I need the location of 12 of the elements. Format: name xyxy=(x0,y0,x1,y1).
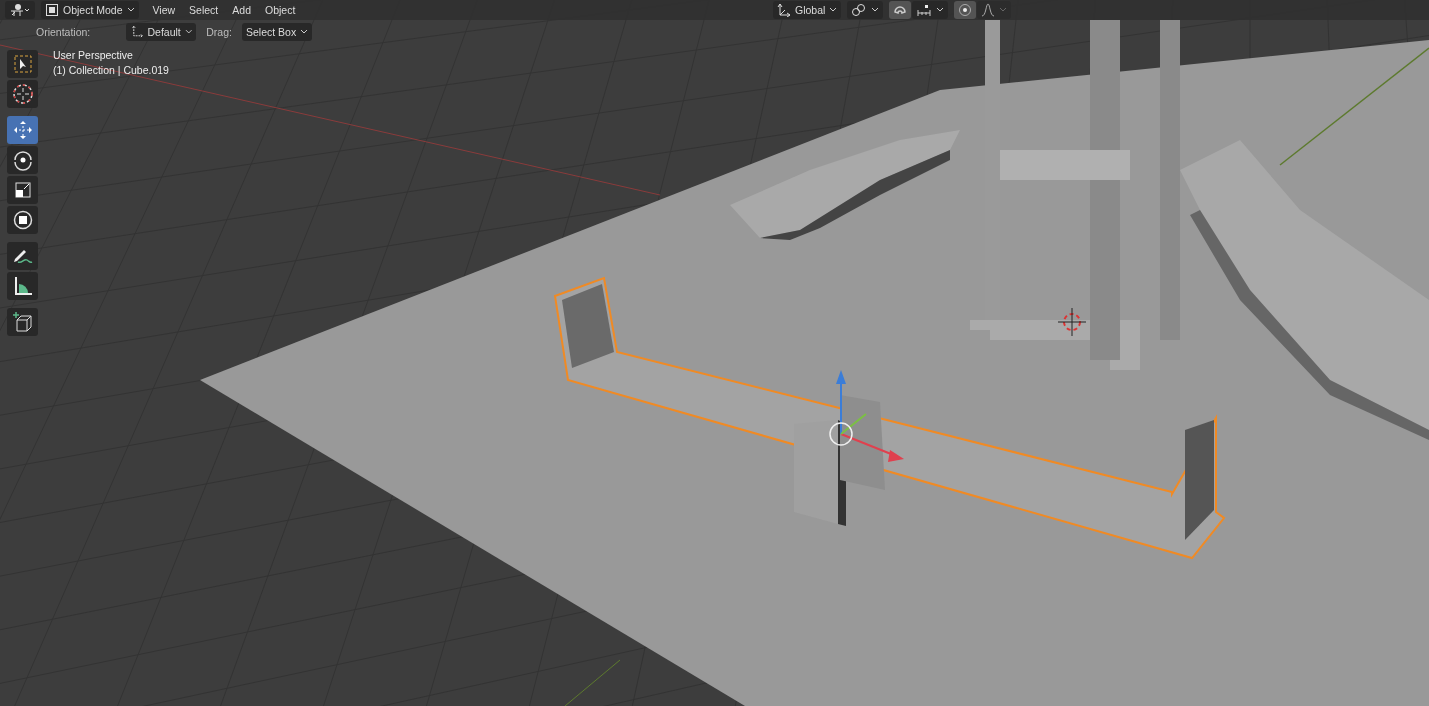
mode-dropdown[interactable]: Object Mode xyxy=(41,1,139,19)
orientation-dropdown[interactable]: Default xyxy=(126,23,197,41)
menu-item[interactable]: Add xyxy=(226,1,257,19)
active-object-label: (1) Collection | Cube.019 xyxy=(53,64,169,76)
orientation-label: Orientation: xyxy=(36,26,91,38)
drag-label: Drag: xyxy=(206,26,232,38)
menu-item[interactable]: Object xyxy=(259,1,302,19)
menu-item[interactable]: View xyxy=(146,1,182,19)
drag-dropdown[interactable]: Select Box xyxy=(241,23,313,41)
menu-item[interactable]: Select xyxy=(183,1,225,19)
transform-orientation-dropdown[interactable]: Global xyxy=(773,1,842,19)
view-perspective-label: User Perspective xyxy=(53,49,134,61)
